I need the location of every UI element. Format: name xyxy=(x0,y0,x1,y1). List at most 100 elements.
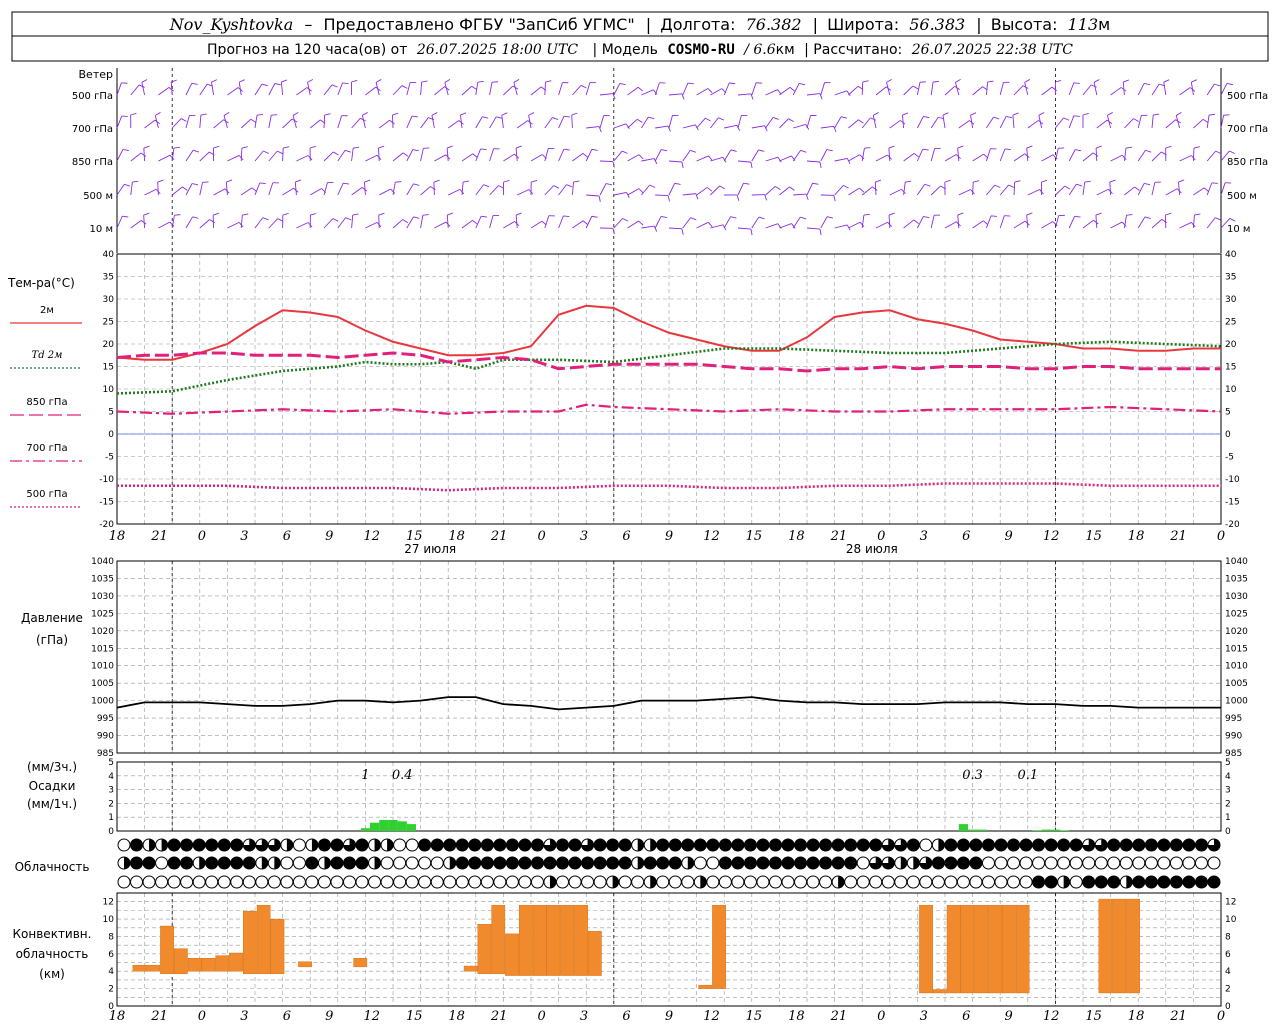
wind-barb xyxy=(283,188,294,195)
pressure-ytick-left: 1020 xyxy=(91,627,114,637)
wind-barb-feather xyxy=(174,215,180,216)
wind-barb xyxy=(710,118,718,128)
wind-barb-feather xyxy=(639,221,643,225)
temp-xtick: 12 xyxy=(703,529,720,544)
cloud-symbol xyxy=(356,857,368,869)
wind-barb-feather xyxy=(859,188,863,192)
wind-barb xyxy=(1000,185,1008,195)
conv-ytick-left: 8 xyxy=(108,932,114,942)
wind-barb xyxy=(904,86,913,95)
cloud-symbol xyxy=(820,876,832,888)
wind-barb xyxy=(1193,148,1194,161)
pressure-ytick-left: 1035 xyxy=(91,574,114,584)
wind-barb xyxy=(1138,217,1145,228)
wind-barb xyxy=(821,217,827,228)
wind-barb-feather xyxy=(1133,119,1138,122)
cloud-symbol xyxy=(557,839,569,851)
wind-barb xyxy=(1180,222,1192,228)
wind-barb-feather xyxy=(913,86,918,89)
temp-xtick: 9 xyxy=(665,529,673,544)
wind-barb xyxy=(1000,82,1003,95)
wind-level-label-left: 850 гПа xyxy=(72,157,113,168)
wind-barb xyxy=(1179,182,1180,195)
wind-barb-feather xyxy=(1179,180,1185,182)
wind-level-label-right: 10 м xyxy=(1227,224,1250,235)
conv-xtick: 6 xyxy=(283,1009,291,1024)
cloud-symbol xyxy=(1120,857,1132,869)
cloud-symbol xyxy=(243,876,255,888)
wind-barb-feather xyxy=(275,83,281,84)
wind-barb-feather xyxy=(484,185,490,187)
wind-barb-feather xyxy=(923,149,929,150)
wind-barb-feather xyxy=(1194,147,1200,148)
cloud-symbol xyxy=(619,857,631,869)
wind-barb-feather xyxy=(1203,119,1208,122)
wind-barb xyxy=(807,161,820,162)
wind-barb-feather xyxy=(516,213,522,215)
cloud-symbol xyxy=(795,876,807,888)
wind-barb-feather xyxy=(889,146,895,148)
wind-barb-feather xyxy=(343,83,349,84)
wind-barb xyxy=(269,219,278,228)
precip-ytick-left: 1 xyxy=(108,813,114,823)
pressure-ytick-right: 1020 xyxy=(1225,627,1248,637)
wind-barb-feather xyxy=(351,80,357,82)
wind-barb xyxy=(338,218,346,228)
wind-barb-feather xyxy=(1074,116,1080,117)
temp-ytick-left: 25 xyxy=(103,318,114,328)
cloud-symbol-half xyxy=(375,857,381,869)
wind-barb xyxy=(890,120,901,128)
cloud-symbol xyxy=(1045,876,1057,888)
temp-xtick: 15 xyxy=(746,529,763,544)
wind-barb xyxy=(807,94,820,95)
wind-barb xyxy=(490,149,494,161)
cloud-symbol xyxy=(431,839,443,851)
wind-barb-feather xyxy=(447,213,453,215)
conv-xtick: 12 xyxy=(1043,1009,1060,1024)
wind-barb-feather xyxy=(395,182,401,183)
wind-barb-feather xyxy=(226,180,232,182)
wind-barb-feather xyxy=(531,180,537,182)
wind-barb xyxy=(917,149,922,161)
wind-barb-feather xyxy=(834,195,835,201)
wind-barb-feather xyxy=(124,184,130,186)
wind-barb-feather xyxy=(1214,84,1220,86)
wind-barb-feather xyxy=(707,187,712,191)
wind-barb xyxy=(352,118,361,128)
precip-unit-top: (мм/3ч.) xyxy=(27,760,77,774)
conv-bar xyxy=(712,905,725,988)
wind-barb xyxy=(545,148,548,161)
wind-barb xyxy=(476,216,481,228)
wind-barb xyxy=(862,187,872,195)
wind-barb-feather xyxy=(1074,83,1080,84)
wind-barb-feather xyxy=(914,220,919,224)
wind-barb xyxy=(281,82,282,95)
wind-barb xyxy=(434,222,446,228)
conv-xtick: 18 xyxy=(448,1009,465,1024)
temp-ytick-right: -20 xyxy=(1225,520,1240,530)
precip-bar xyxy=(361,828,370,831)
cloud-symbol xyxy=(582,876,594,888)
wind-barb xyxy=(1069,184,1076,195)
pressure-ytick-left: 995 xyxy=(97,714,114,724)
cloud-symbol xyxy=(1145,876,1157,888)
wind-barb-feather xyxy=(144,146,150,148)
model-name: COSMO-RU xyxy=(667,42,734,58)
wind-barb-feather xyxy=(1146,150,1152,152)
wind-barb xyxy=(1138,115,1141,128)
wind-barb-feather xyxy=(499,186,504,189)
lat-label: Широта: xyxy=(827,15,899,34)
wind-barb xyxy=(559,83,563,95)
wind-barb xyxy=(1097,189,1109,195)
conv-bar xyxy=(505,934,518,976)
wind-barb-feather xyxy=(668,196,669,202)
wind-barb xyxy=(1097,120,1107,128)
wind-barb xyxy=(1069,83,1074,95)
wind-barb xyxy=(973,87,983,95)
wind-barb-feather xyxy=(239,80,244,82)
cloud-symbol xyxy=(118,876,130,888)
cloud-symbol xyxy=(306,876,318,888)
wind-barb xyxy=(683,125,696,128)
cloud-symbol xyxy=(419,876,431,888)
wind-barb xyxy=(1111,222,1123,228)
